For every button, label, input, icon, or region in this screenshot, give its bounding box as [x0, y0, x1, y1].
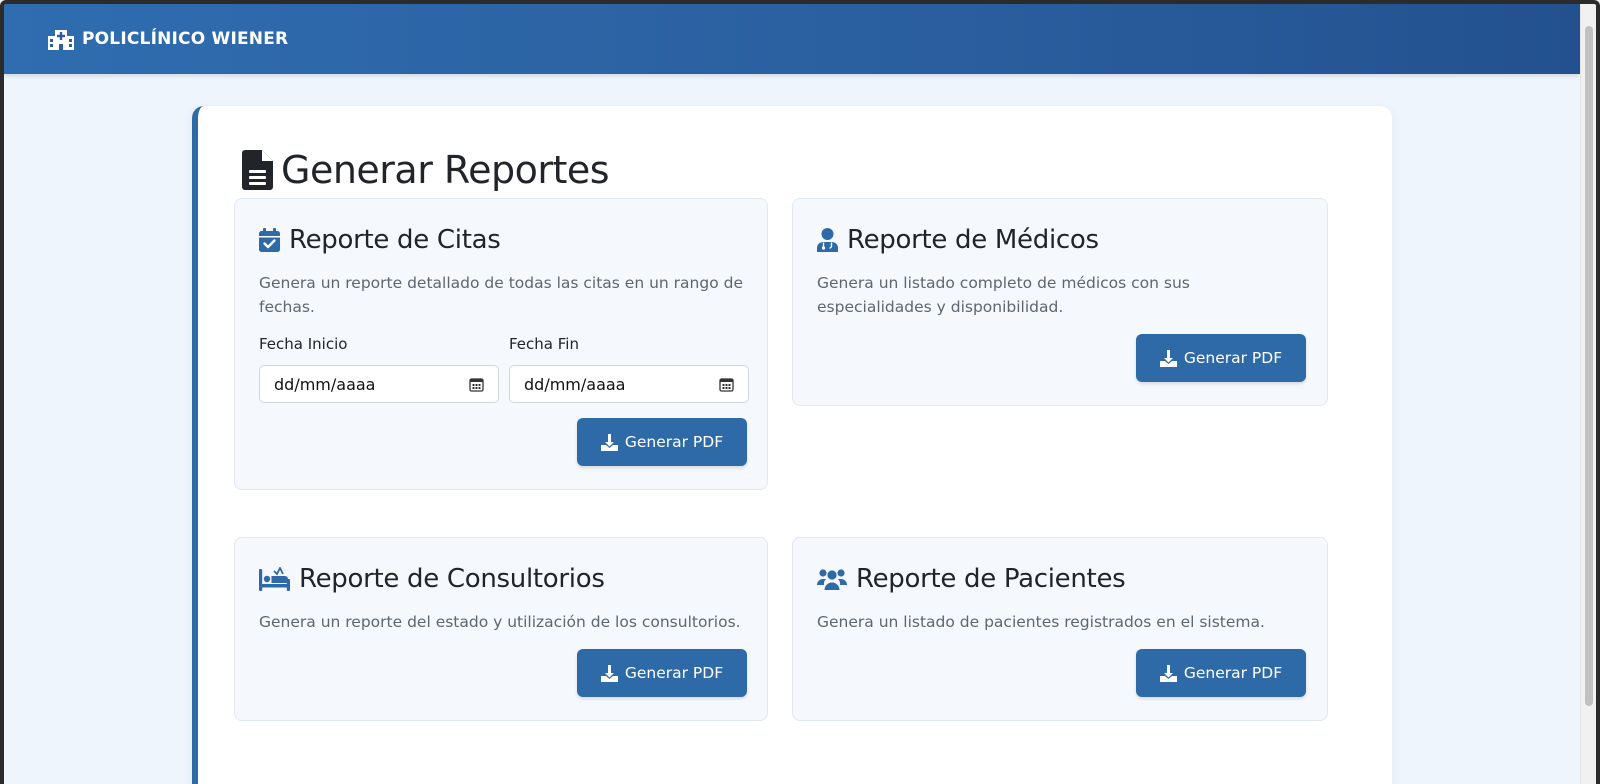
navbar: POLICLÍNICO WIENER [4, 4, 1580, 74]
report-card-pacientes: Reporte de Pacientes Genera un listado d… [792, 537, 1328, 721]
report-card-medicos: Reporte de Médicos Genera un listado com… [792, 198, 1328, 406]
button-label: Generar PDF [624, 664, 724, 682]
scrollbar-thumb[interactable] [1585, 26, 1593, 706]
download-icon [1159, 664, 1177, 682]
generate-pdf-consultorios-button[interactable]: Generar PDF [577, 649, 747, 697]
generate-pdf-medicos-button[interactable]: Generar PDF [1136, 334, 1306, 382]
generate-pdf-pacientes-button[interactable]: Generar PDF [1136, 649, 1306, 697]
report-card-citas: Reporte de Citas Genera un reporte detal… [234, 198, 768, 490]
report-description-citas: Genera un reporte detallado de todas las… [259, 274, 743, 316]
calendar-icon[interactable] [719, 377, 734, 392]
report-title-citas: Reporte de Citas [289, 225, 501, 255]
calendar-check-icon [259, 228, 280, 252]
button-label: Generar PDF [1183, 349, 1283, 367]
start-date-label: Fecha Inicio [259, 335, 348, 353]
button-label: Generar PDF [1183, 664, 1283, 682]
page-title: Generar Reportes [281, 148, 610, 192]
report-card-header: Reporte de Citas [259, 225, 501, 255]
report-description-medicos: Genera un listado completo de médicos co… [817, 274, 1190, 316]
brand-name: POLICLÍNICO WIENER [82, 29, 289, 49]
report-card-consultorios: Reporte de Consultorios Genera un report… [234, 537, 768, 721]
end-date-input[interactable]: dd/mm/aaaa [509, 365, 749, 403]
brand[interactable]: POLICLÍNICO WIENER [48, 28, 288, 50]
report-description-pacientes: Genera un listado de pacientes registrad… [817, 613, 1265, 631]
end-date-value: dd/mm/aaaa [524, 374, 626, 394]
bed-icon [259, 567, 290, 591]
hospital-icon [48, 30, 74, 50]
report-title-medicos: Reporte de Médicos [847, 225, 1099, 255]
report-card-header: Reporte de Médicos [817, 225, 1099, 255]
report-title-consultorios: Reporte de Consultorios [299, 564, 605, 594]
report-description-consultorios: Genera un reporte del estado y utilizaci… [259, 613, 741, 631]
report-card-header: Reporte de Consultorios [259, 564, 605, 594]
scrollbar[interactable] [1580, 4, 1596, 784]
users-icon [817, 569, 847, 590]
start-date-value: dd/mm/aaaa [274, 374, 376, 394]
button-label: Generar PDF [624, 433, 724, 451]
file-lines-icon [242, 150, 273, 190]
start-date-input[interactable]: dd/mm/aaaa [259, 365, 499, 403]
download-icon [600, 433, 618, 451]
download-icon [600, 664, 618, 682]
user-doctor-icon [817, 228, 838, 252]
page-header: Generar Reportes [242, 148, 610, 192]
end-date-label: Fecha Fin [509, 335, 579, 353]
report-title-pacientes: Reporte de Pacientes [856, 564, 1126, 594]
report-card-header: Reporte de Pacientes [817, 564, 1126, 594]
reports-panel: Generar Reportes Reporte de Citas Genera… [192, 106, 1392, 784]
calendar-icon[interactable] [469, 377, 484, 392]
download-icon [1159, 349, 1177, 367]
generate-pdf-citas-button[interactable]: Generar PDF [577, 418, 747, 466]
